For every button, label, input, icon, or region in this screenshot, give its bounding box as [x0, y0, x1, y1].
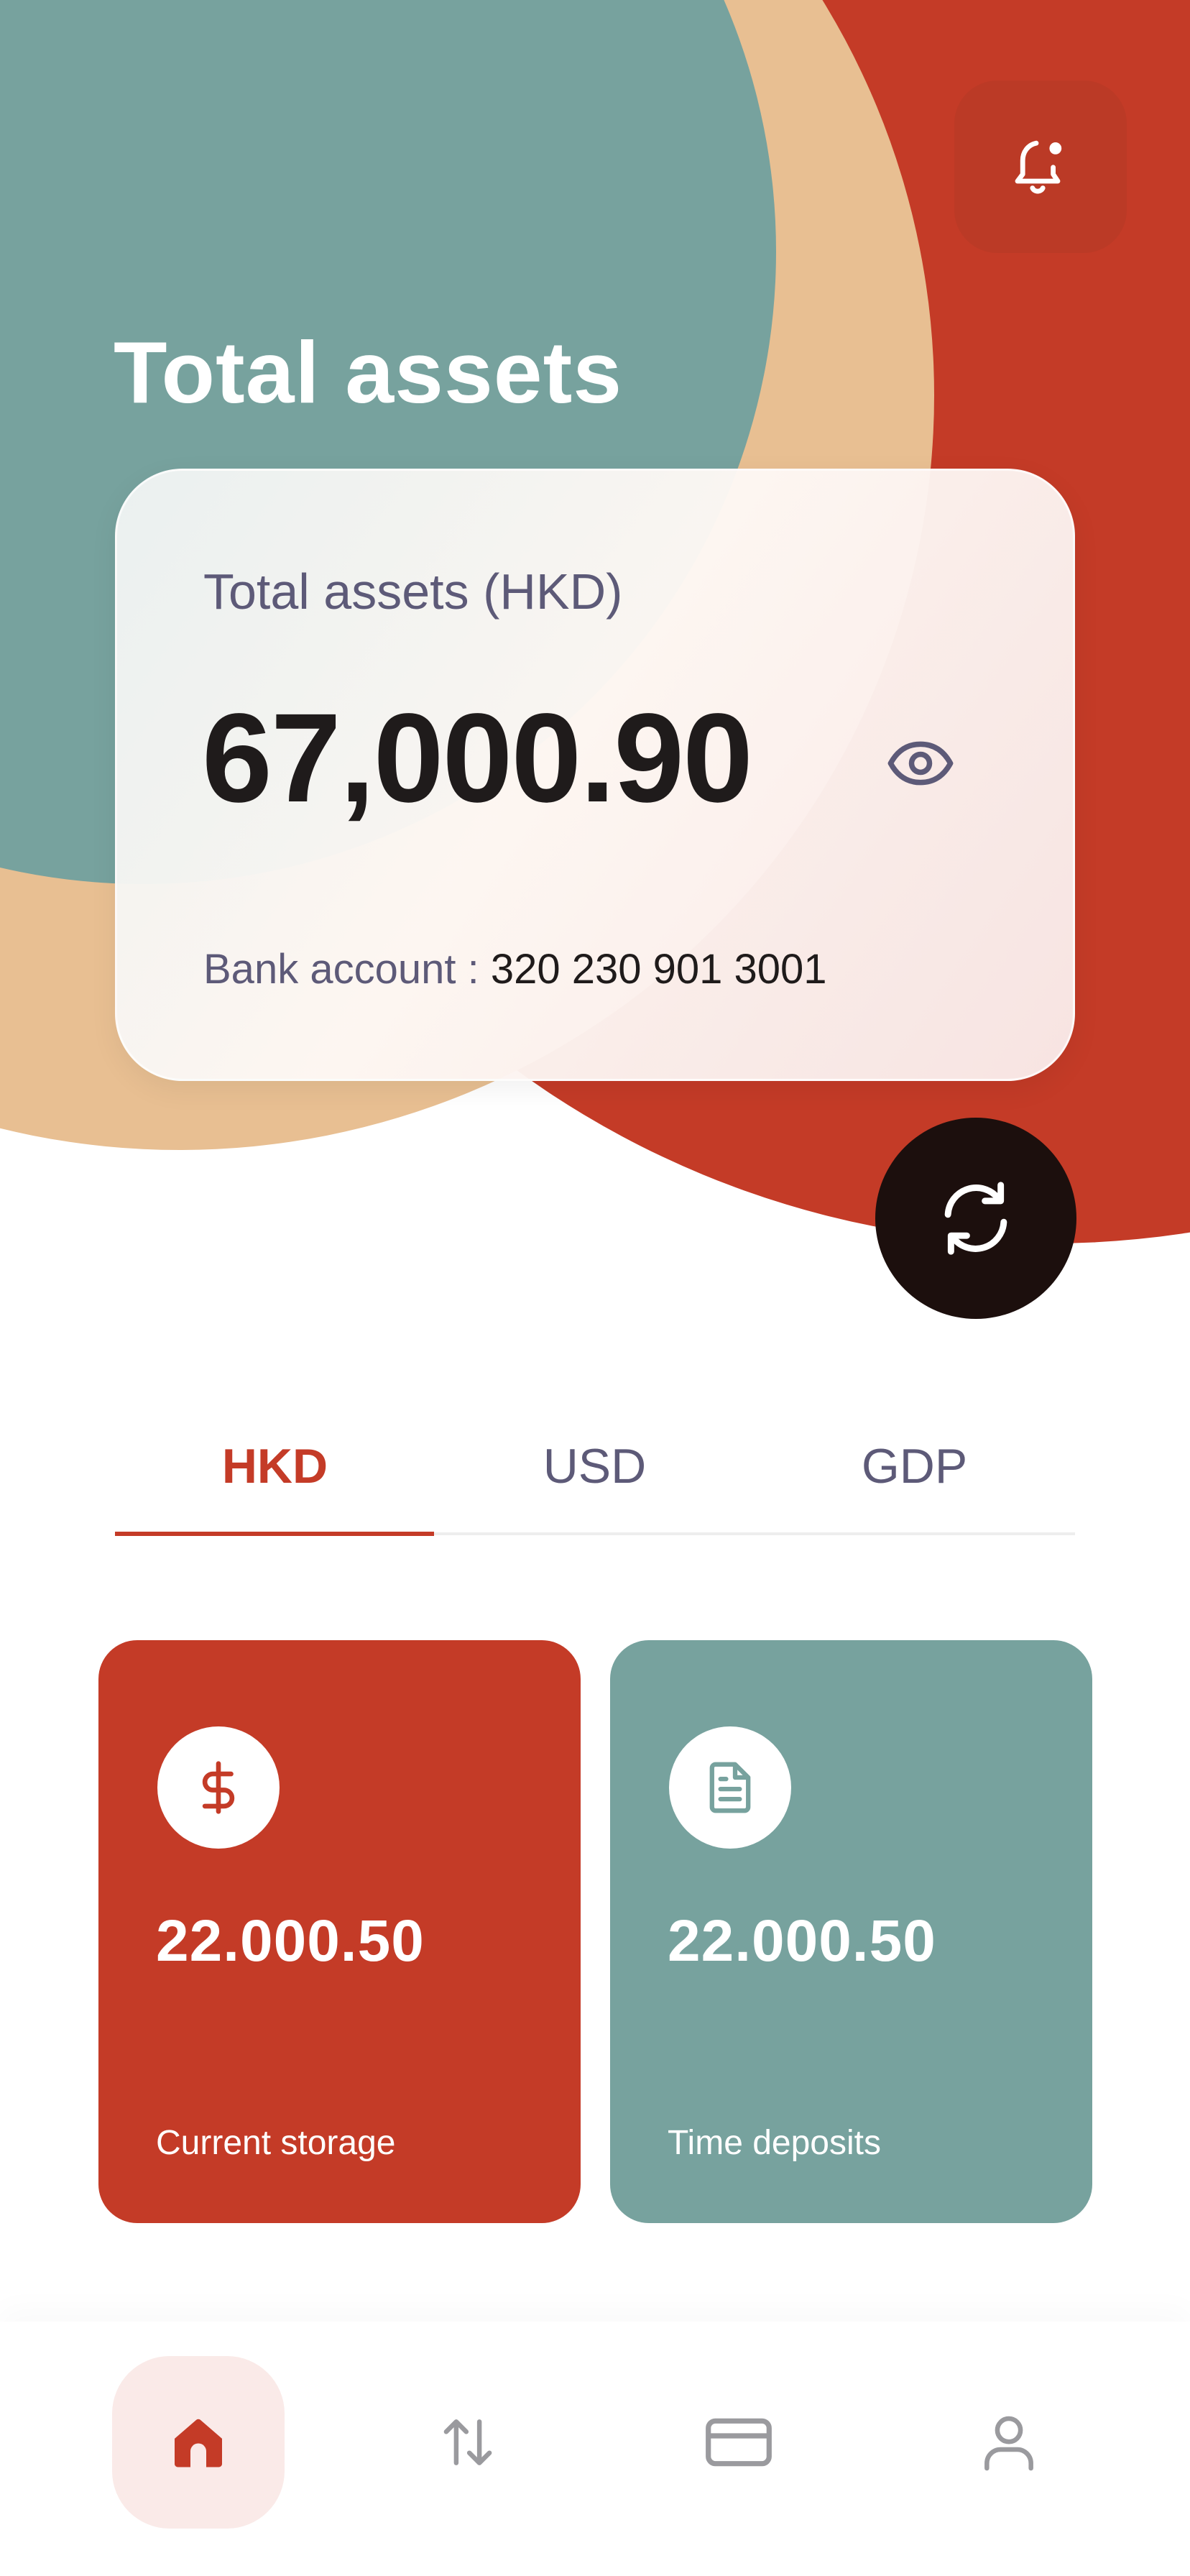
current-storage-card[interactable]: 22.000.50 Current storage — [98, 1640, 581, 2223]
notification-button[interactable] — [954, 80, 1127, 253]
current-storage-label: Current storage — [156, 2124, 396, 2162]
dollar-icon-badge — [157, 1726, 280, 1849]
refresh-button[interactable] — [875, 1118, 1076, 1319]
home-icon — [175, 2419, 222, 2467]
card-icon — [706, 2418, 772, 2467]
dollar-icon — [202, 1761, 235, 1814]
profile-icon — [984, 2416, 1033, 2471]
toggle-visibility-button[interactable] — [885, 727, 956, 799]
document-icon — [709, 1762, 751, 1813]
nav-cards[interactable] — [652, 2356, 825, 2529]
currency-tabs: HKD USD GDP — [115, 1430, 1075, 1536]
active-tab-indicator — [115, 1532, 434, 1536]
bell-alert-icon — [1015, 140, 1062, 194]
transfer-icon — [443, 2419, 492, 2465]
refresh-icon — [944, 1182, 1007, 1255]
time-deposits-value: 22.000.50 — [668, 1908, 936, 1974]
total-assets-card: Total assets (HKD) 67,000.90 Bank accoun… — [115, 469, 1075, 1081]
page-title: Total assets — [114, 323, 623, 421]
nav-home[interactable] — [112, 2356, 285, 2529]
total-assets-amount: 67,000.90 — [202, 688, 753, 829]
document-icon-badge — [669, 1726, 791, 1849]
bank-account-number: 320 230 901 3001 — [490, 946, 827, 993]
current-storage-value: 22.000.50 — [156, 1908, 425, 1974]
bank-account-label: Bank account : — [203, 946, 479, 993]
bottom-navigation — [0, 2322, 1190, 2576]
time-deposits-card[interactable]: 22.000.50 Time deposits — [610, 1640, 1092, 2223]
time-deposits-label: Time deposits — [668, 2124, 881, 2162]
tab-gdp[interactable]: GDP — [755, 1430, 1074, 1502]
tab-hkd[interactable]: HKD — [115, 1430, 435, 1502]
nav-profile[interactable] — [923, 2356, 1095, 2529]
eye-icon — [887, 741, 954, 786]
nav-transfers[interactable] — [382, 2356, 554, 2529]
tab-usd[interactable]: USD — [435, 1430, 755, 1502]
total-assets-label: Total assets (HKD) — [203, 564, 623, 620]
bank-account-row: Bank account : 320 230 901 3001 — [203, 945, 827, 993]
